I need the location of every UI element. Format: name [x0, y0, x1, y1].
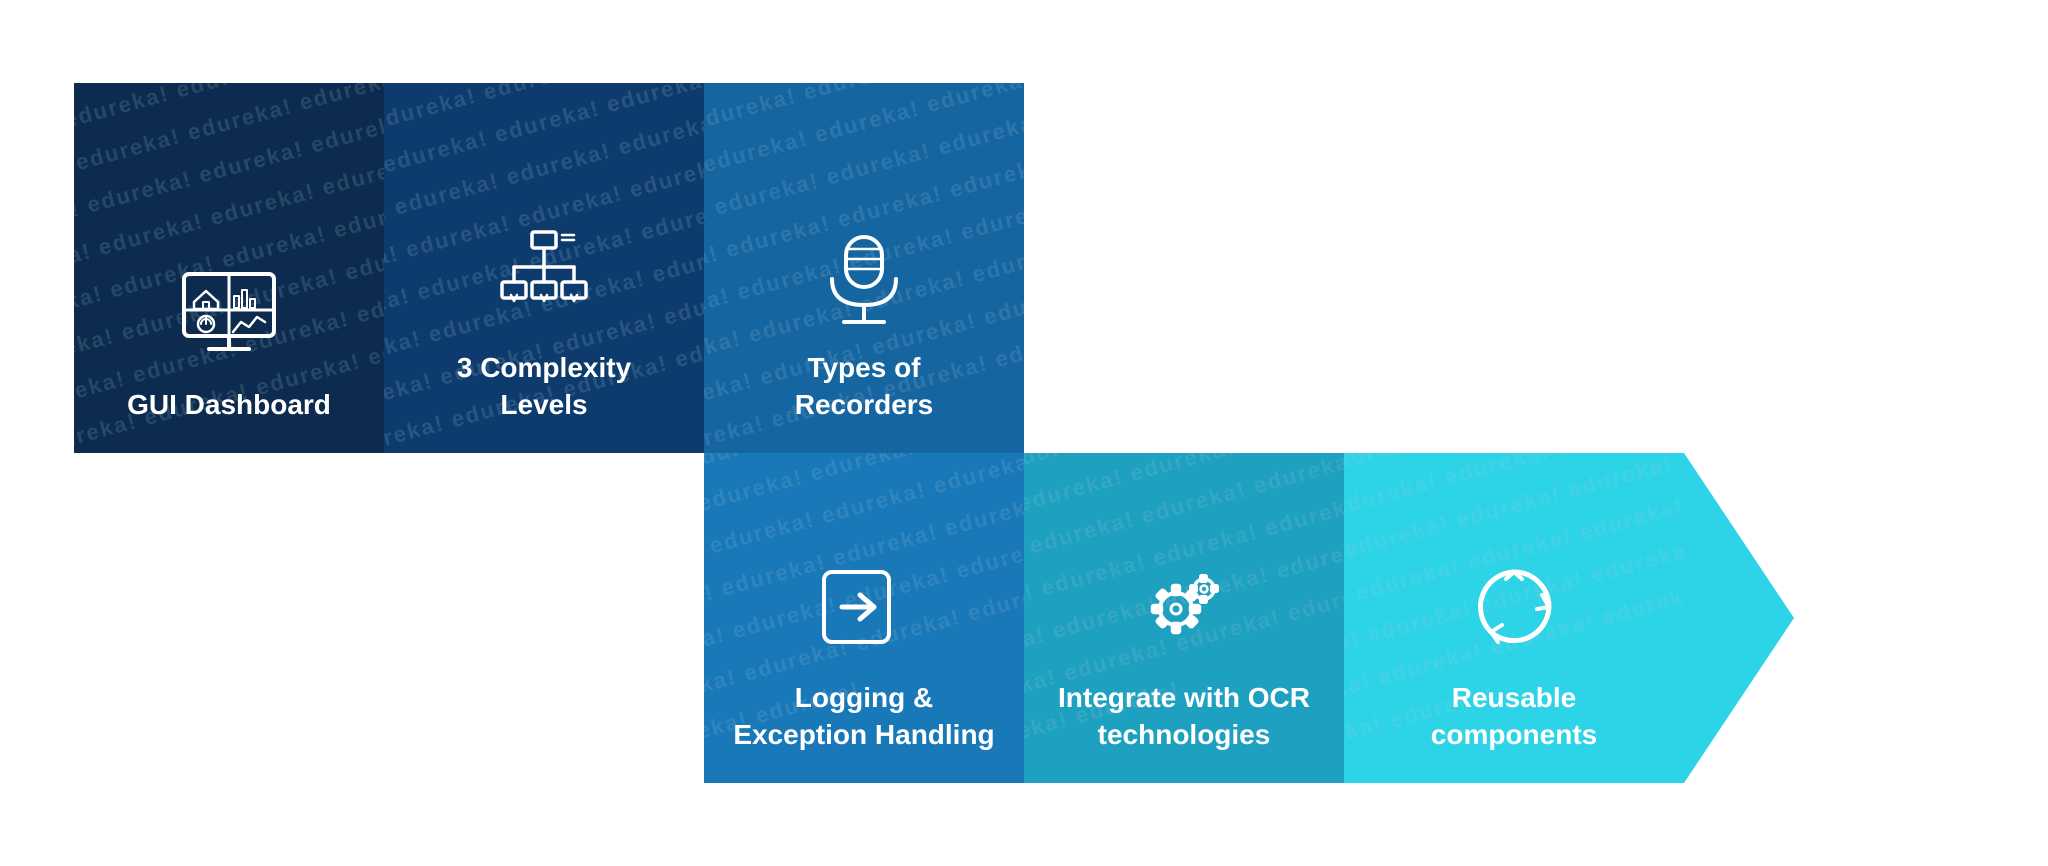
recycle-icon	[1464, 557, 1564, 662]
cell-2-label: 3 ComplexityLevels	[442, 350, 646, 423]
cell-recorders: edureka! edureka! edureka! edureka! edur…	[704, 83, 1024, 453]
cell-5-label: Integrate with OCRtechnologies	[1043, 680, 1325, 753]
cell-reusable: edureka! edureka! edureka! edureka! edur…	[1344, 453, 1684, 783]
microphone-icon	[814, 227, 914, 332]
cell-logging: edureka! edureka! edureka! edureka! edur…	[704, 453, 1024, 783]
cell-gui-dashboard: edureka! edureka! edureka! edureka! edur…	[74, 83, 384, 453]
top-row: edureka! edureka! edureka! edureka! edur…	[74, 83, 1974, 453]
top-row-spacer	[1024, 83, 1974, 453]
hierarchy-icon	[494, 227, 594, 332]
login-arrow-icon	[814, 557, 914, 662]
dashboard-icon	[179, 264, 279, 369]
cell-1-label: GUI Dashboard	[112, 387, 346, 423]
cell-6-label: Reusablecomponents	[1416, 680, 1612, 753]
cell-4-label: Logging &Exception Handling	[718, 680, 1009, 753]
cell-complexity: edureka! edureka! edureka! edureka! edur…	[384, 83, 704, 453]
bottom-row: edureka! edureka! edureka! edureka! edur…	[704, 453, 1974, 783]
gears-icon	[1134, 557, 1234, 662]
arrow-wrapper: edureka! edureka! edureka! edureka! edur…	[704, 453, 1794, 783]
arrow-tip	[1684, 453, 1794, 783]
cell-reusable-wrapper: edureka! edureka! edureka! edureka! edur…	[1344, 453, 1794, 783]
cell-ocr: edureka! edureka! edureka! edureka! edur…	[1024, 453, 1344, 783]
cell-3-label: Types ofRecorders	[780, 350, 949, 423]
diagram-container: edureka! edureka! edureka! edureka! edur…	[74, 83, 1974, 783]
